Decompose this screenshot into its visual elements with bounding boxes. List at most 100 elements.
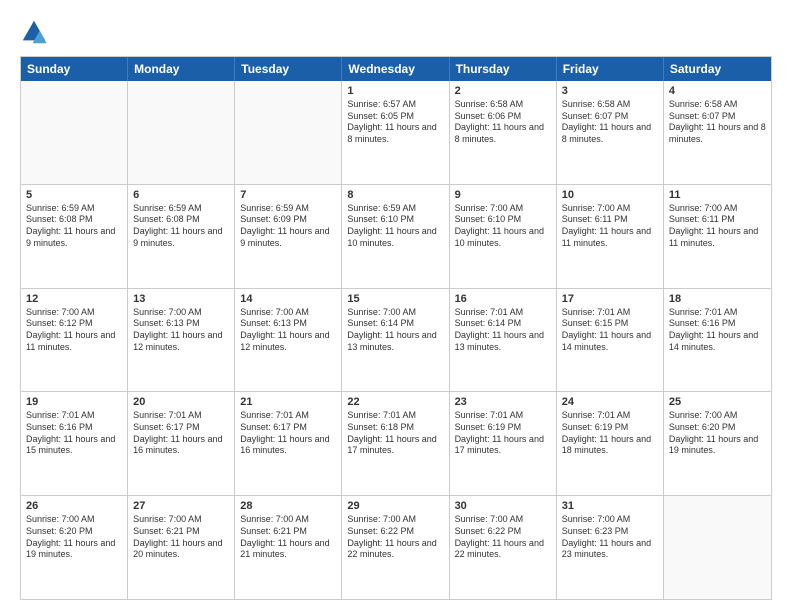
day-info: Sunrise: 7:01 AM Sunset: 6:19 PM Dayligh… <box>455 410 551 457</box>
day-info: Sunrise: 6:59 AM Sunset: 6:10 PM Dayligh… <box>347 203 443 250</box>
calendar-cell: 19 Sunrise: 7:01 AM Sunset: 6:16 PM Dayli… <box>21 392 128 495</box>
calendar-cell: 16Sunrise: 7:01 AM Sunset: 6:14 PM Dayli… <box>450 289 557 392</box>
day-number: 12 <box>26 293 122 305</box>
calendar-cell: 3 Sunrise: 6:58 AM Sunset: 6:07 PM Daylig… <box>557 81 664 184</box>
weekday-header-wednesday: Wednesday <box>342 57 449 81</box>
day-info: Sunrise: 7:00 AM Sunset: 6:11 PM Dayligh… <box>669 203 766 250</box>
day-info: Sunrise: 6:58 AM Sunset: 6:06 PM Dayligh… <box>455 99 551 146</box>
calendar-cell: 4Sunrise: 6:58 AM Sunset: 6:07 PM Daylig… <box>664 81 771 184</box>
day-number: 5 <box>26 189 122 201</box>
day-info: Sunrise: 7:00 AM Sunset: 6:21 PM Dayligh… <box>240 514 336 561</box>
day-info: Sunrise: 7:00 AM Sunset: 6:13 PM Dayligh… <box>240 307 336 354</box>
day-info: Sunrise: 7:01 AM Sunset: 6:18 PM Dayligh… <box>347 410 443 457</box>
calendar-cell: 6 Sunrise: 6:59 AM Sunset: 6:08 PM Daylig… <box>128 185 235 288</box>
day-info: Sunrise: 7:01 AM Sunset: 6:16 PM Dayligh… <box>26 410 122 457</box>
calendar-row-1: 1 Sunrise: 6:57 AM Sunset: 6:05 PM Daylig… <box>21 81 771 185</box>
calendar-cell: 11 Sunrise: 7:00 AM Sunset: 6:11 PM Dayli… <box>664 185 771 288</box>
day-info: Sunrise: 7:00 AM Sunset: 6:20 PM Dayligh… <box>669 410 766 457</box>
calendar-cell: 13 Sunrise: 7:00 AM Sunset: 6:13 PM Dayli… <box>128 289 235 392</box>
calendar-cell: 20 Sunrise: 7:01 AM Sunset: 6:17 PM Dayli… <box>128 392 235 495</box>
weekday-header-thursday: Thursday <box>450 57 557 81</box>
calendar-cell: 17 Sunrise: 7:01 AM Sunset: 6:15 PM Dayli… <box>557 289 664 392</box>
calendar-cell: 18Sunrise: 7:01 AM Sunset: 6:16 PM Dayli… <box>664 289 771 392</box>
calendar-cell <box>235 81 342 184</box>
day-info: Sunrise: 7:00 AM Sunset: 6:12 PM Dayligh… <box>26 307 122 354</box>
calendar-row-3: 12 Sunrise: 7:00 AM Sunset: 6:12 PM Dayli… <box>21 289 771 393</box>
day-number: 14 <box>240 293 336 305</box>
calendar-body: 1 Sunrise: 6:57 AM Sunset: 6:05 PM Daylig… <box>21 81 771 599</box>
day-info: Sunrise: 7:01 AM Sunset: 6:19 PM Dayligh… <box>562 410 658 457</box>
calendar: SundayMondayTuesdayWednesdayThursdayFrid… <box>20 56 772 600</box>
day-number: 30 <box>455 500 551 512</box>
day-number: 6 <box>133 189 229 201</box>
day-number: 2 <box>455 85 551 97</box>
day-info: Sunrise: 6:58 AM Sunset: 6:07 PM Dayligh… <box>669 99 766 146</box>
day-number: 7 <box>240 189 336 201</box>
day-number: 8 <box>347 189 443 201</box>
logo <box>20 18 52 46</box>
day-info: Sunrise: 6:57 AM Sunset: 6:05 PM Dayligh… <box>347 99 443 146</box>
calendar-cell: 26Sunrise: 7:00 AM Sunset: 6:20 PM Dayli… <box>21 496 128 599</box>
calendar-row-4: 19 Sunrise: 7:01 AM Sunset: 6:16 PM Dayli… <box>21 392 771 496</box>
page: SundayMondayTuesdayWednesdayThursdayFrid… <box>0 0 792 612</box>
day-info: Sunrise: 7:01 AM Sunset: 6:17 PM Dayligh… <box>133 410 229 457</box>
calendar-header: SundayMondayTuesdayWednesdayThursdayFrid… <box>21 57 771 81</box>
day-number: 1 <box>347 85 443 97</box>
day-number: 13 <box>133 293 229 305</box>
day-number: 27 <box>133 500 229 512</box>
calendar-cell: 21Sunrise: 7:01 AM Sunset: 6:17 PM Dayli… <box>235 392 342 495</box>
calendar-cell: 31 Sunrise: 7:00 AM Sunset: 6:23 PM Dayli… <box>557 496 664 599</box>
day-number: 20 <box>133 396 229 408</box>
weekday-header-tuesday: Tuesday <box>235 57 342 81</box>
day-info: Sunrise: 7:00 AM Sunset: 6:21 PM Dayligh… <box>133 514 229 561</box>
day-number: 9 <box>455 189 551 201</box>
day-number: 3 <box>562 85 658 97</box>
weekday-header-sunday: Sunday <box>21 57 128 81</box>
day-info: Sunrise: 7:00 AM Sunset: 6:13 PM Dayligh… <box>133 307 229 354</box>
day-info: Sunrise: 6:59 AM Sunset: 6:09 PM Dayligh… <box>240 203 336 250</box>
day-number: 28 <box>240 500 336 512</box>
calendar-cell: 5 Sunrise: 6:59 AM Sunset: 6:08 PM Daylig… <box>21 185 128 288</box>
calendar-cell: 28 Sunrise: 7:00 AM Sunset: 6:21 PM Dayli… <box>235 496 342 599</box>
calendar-cell: 27 Sunrise: 7:00 AM Sunset: 6:21 PM Dayli… <box>128 496 235 599</box>
day-info: Sunrise: 6:58 AM Sunset: 6:07 PM Dayligh… <box>562 99 658 146</box>
calendar-cell: 30 Sunrise: 7:00 AM Sunset: 6:22 PM Dayli… <box>450 496 557 599</box>
day-number: 26 <box>26 500 122 512</box>
calendar-cell: 23 Sunrise: 7:01 AM Sunset: 6:19 PM Dayli… <box>450 392 557 495</box>
calendar-cell: 2 Sunrise: 6:58 AM Sunset: 6:06 PM Daylig… <box>450 81 557 184</box>
calendar-cell: 8 Sunrise: 6:59 AM Sunset: 6:10 PM Daylig… <box>342 185 449 288</box>
calendar-cell: 1 Sunrise: 6:57 AM Sunset: 6:05 PM Daylig… <box>342 81 449 184</box>
calendar-row-2: 5 Sunrise: 6:59 AM Sunset: 6:08 PM Daylig… <box>21 185 771 289</box>
day-info: Sunrise: 6:59 AM Sunset: 6:08 PM Dayligh… <box>26 203 122 250</box>
day-number: 17 <box>562 293 658 305</box>
day-info: Sunrise: 7:01 AM Sunset: 6:16 PM Dayligh… <box>669 307 766 354</box>
day-info: Sunrise: 7:00 AM Sunset: 6:23 PM Dayligh… <box>562 514 658 561</box>
calendar-cell: 25 Sunrise: 7:00 AM Sunset: 6:20 PM Dayli… <box>664 392 771 495</box>
day-info: Sunrise: 7:00 AM Sunset: 6:22 PM Dayligh… <box>347 514 443 561</box>
day-number: 11 <box>669 189 766 201</box>
calendar-cell <box>128 81 235 184</box>
calendar-cell: 22 Sunrise: 7:01 AM Sunset: 6:18 PM Dayli… <box>342 392 449 495</box>
day-info: Sunrise: 7:00 AM Sunset: 6:10 PM Dayligh… <box>455 203 551 250</box>
calendar-cell: 24 Sunrise: 7:01 AM Sunset: 6:19 PM Dayli… <box>557 392 664 495</box>
day-number: 22 <box>347 396 443 408</box>
calendar-cell: 7 Sunrise: 6:59 AM Sunset: 6:09 PM Daylig… <box>235 185 342 288</box>
day-number: 31 <box>562 500 658 512</box>
day-info: Sunrise: 7:00 AM Sunset: 6:22 PM Dayligh… <box>455 514 551 561</box>
weekday-header-monday: Monday <box>128 57 235 81</box>
day-number: 24 <box>562 396 658 408</box>
calendar-cell <box>664 496 771 599</box>
day-info: Sunrise: 6:59 AM Sunset: 6:08 PM Dayligh… <box>133 203 229 250</box>
day-number: 23 <box>455 396 551 408</box>
day-number: 15 <box>347 293 443 305</box>
calendar-cell <box>21 81 128 184</box>
calendar-cell: 29 Sunrise: 7:00 AM Sunset: 6:22 PM Dayli… <box>342 496 449 599</box>
day-info: Sunrise: 7:01 AM Sunset: 6:15 PM Dayligh… <box>562 307 658 354</box>
day-number: 19 <box>26 396 122 408</box>
day-number: 10 <box>562 189 658 201</box>
day-number: 25 <box>669 396 766 408</box>
calendar-cell: 10 Sunrise: 7:00 AM Sunset: 6:11 PM Dayli… <box>557 185 664 288</box>
day-info: Sunrise: 7:00 AM Sunset: 6:14 PM Dayligh… <box>347 307 443 354</box>
day-number: 29 <box>347 500 443 512</box>
day-info: Sunrise: 7:00 AM Sunset: 6:11 PM Dayligh… <box>562 203 658 250</box>
